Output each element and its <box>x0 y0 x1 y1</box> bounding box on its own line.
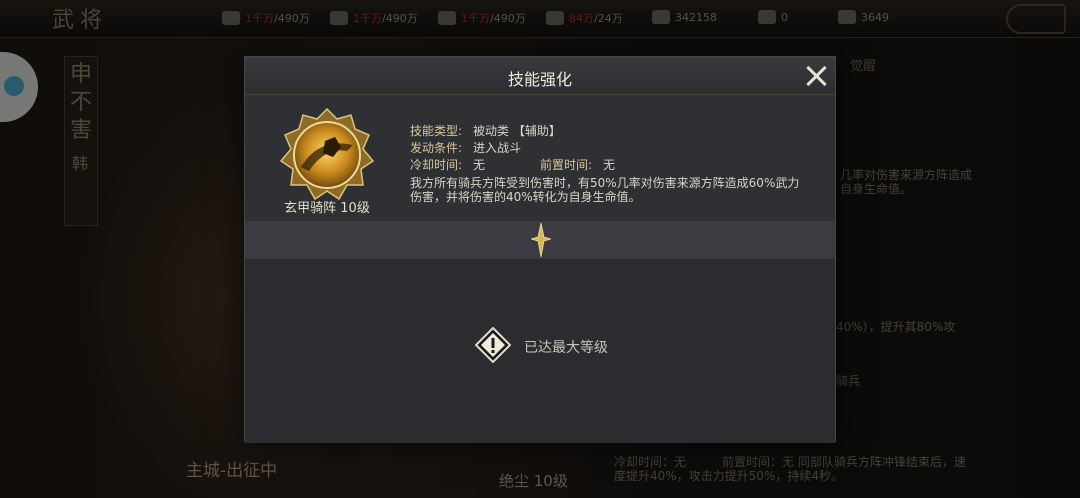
warning-icon <box>475 327 511 363</box>
max-level-label: 已达最大等级 <box>524 340 608 356</box>
condition-label: 发动条件: <box>410 141 463 155</box>
precast-label: 前置时间: <box>540 158 593 172</box>
next-level-panel: 已达最大等级 <box>245 259 835 443</box>
down-arrow-icon <box>531 223 551 257</box>
skill-upgrade-dialog: 技能强化 玄甲骑阵 10级 技能类型: 被动类 【辅助】 发动条件: 进入战斗 … <box>244 56 836 443</box>
skill-name-level: 玄甲骑阵 10级 <box>284 201 370 216</box>
condition-value: 进入战斗 <box>473 141 522 155</box>
close-button[interactable] <box>803 63 829 89</box>
cooldown-value: 无 <box>473 158 486 172</box>
cavalry-skill-icon[interactable] <box>279 107 375 203</box>
upgrade-divider <box>245 221 835 259</box>
skill-info-panel: 玄甲骑阵 10级 技能类型: 被动类 【辅助】 发动条件: 进入战斗 冷却时间:… <box>245 95 835 221</box>
cooldown-label: 冷却时间: <box>410 158 463 172</box>
precast-value: 无 <box>603 158 616 172</box>
dialog-header: 技能强化 <box>245 57 835 95</box>
skill-description: 我方所有骑兵方阵受到伤害时，有50%几率对伤害来源方阵造成60%武力伤害，并将伤… <box>410 176 800 204</box>
dialog-title: 技能强化 <box>507 70 572 89</box>
skill-details: 技能类型: 被动类 【辅助】 发动条件: 进入战斗 冷却时间: 无 前置时间: … <box>410 123 800 204</box>
type-label: 技能类型: <box>410 124 463 138</box>
type-value: 被动类 【辅助】 <box>473 124 561 138</box>
